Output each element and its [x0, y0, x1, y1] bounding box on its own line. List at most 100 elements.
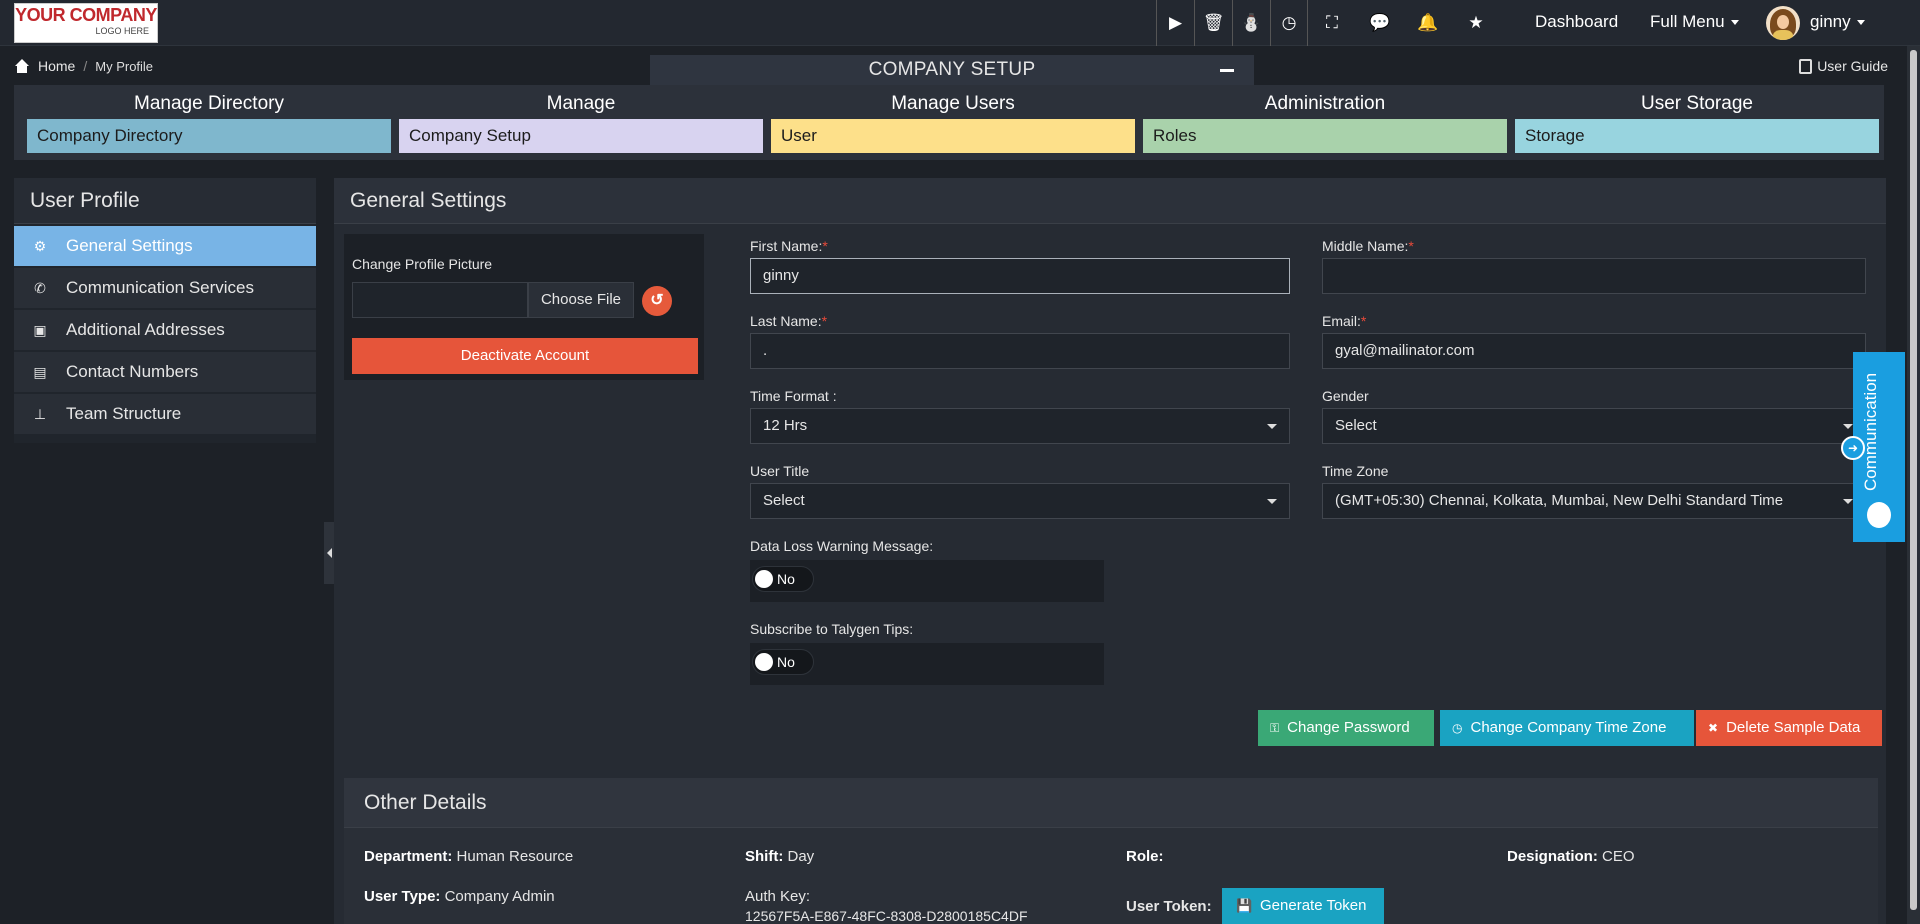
fullscreen-icon[interactable]: ⛶: [1308, 0, 1356, 46]
key-icon: ⚿: [1270, 721, 1280, 735]
module-title: Administration: [1264, 93, 1386, 114]
first-name-field[interactable]: ginny: [750, 258, 1290, 294]
toggle-text: No: [777, 571, 795, 587]
company-logo[interactable]: YOUR COMPANY LOGO HERE: [14, 3, 158, 43]
other-details-panel: Other Details Department: Human Resource…: [344, 778, 1878, 924]
sidebar-item-communication-services[interactable]: ✆ Communication Services: [14, 268, 316, 308]
save-icon: 💾: [1236, 898, 1253, 913]
reset-picture-icon[interactable]: ↺: [642, 286, 672, 316]
designation-info: Designation: CEO: [1507, 848, 1635, 865]
user-menu[interactable]: ginny: [1810, 0, 1865, 46]
company-setup-tab[interactable]: COMPANY SETUP: [650, 55, 1254, 85]
main-panel: General Settings Change Profile Picture …: [334, 178, 1886, 924]
breadcrumb-home[interactable]: Home: [38, 58, 75, 74]
chevron-down-icon: [1856, 20, 1865, 26]
choose-file-button[interactable]: Choose File: [528, 282, 634, 318]
delete-sample-data-button[interactable]: ✖ Delete Sample Data: [1696, 710, 1882, 746]
clock-icon[interactable]: ◷: [1270, 0, 1308, 46]
sidebar-item-label: Contact Numbers: [66, 362, 199, 381]
full-menu-dropdown[interactable]: Full Menu: [1650, 0, 1739, 46]
subscribe-toggle-wrap: No: [750, 643, 1104, 685]
logo-subtext: LOGO HERE: [95, 26, 149, 36]
user-token-label: User Token:: [1126, 898, 1212, 915]
auth-key-value: 12567F5A-E867-48FC-8308-D2800185C4DF: [745, 908, 1028, 924]
time-zone-select[interactable]: (GMT+05:30) Chennai, Kolkata, Mumbai, Ne…: [1322, 483, 1866, 519]
minus-icon[interactable]: [1220, 69, 1234, 72]
module-link-company-directory[interactable]: Company Directory: [27, 119, 391, 153]
module-title: Manage Directory: [134, 93, 284, 114]
dashboard-link[interactable]: Dashboard: [1535, 0, 1618, 46]
sidebar-item-label: General Settings: [66, 236, 193, 255]
module-link-storage[interactable]: Storage: [1515, 119, 1879, 153]
email-field[interactable]: gyal@mailinator.com: [1322, 333, 1866, 369]
gender-label: Gender: [1322, 388, 1369, 404]
middle-name-field[interactable]: [1322, 258, 1866, 294]
time-format-label: Time Format :: [750, 388, 837, 404]
subscribe-toggle[interactable]: No: [752, 649, 814, 675]
chat-bubble-icon: [1867, 502, 1891, 528]
user-title-label: User Title: [750, 463, 810, 479]
company-setup-label: COMPANY SETUP: [868, 59, 1036, 80]
avatar[interactable]: [1766, 6, 1800, 40]
book-icon: [1799, 58, 1813, 74]
clock-icon: ◷: [1452, 721, 1463, 735]
sidebar-item-team-structure[interactable]: ⊥ Team Structure: [14, 394, 316, 434]
sidebar-title: User Profile: [14, 178, 316, 224]
role-info: Role:: [1126, 848, 1164, 865]
module-link-roles[interactable]: Roles: [1143, 119, 1507, 153]
home-icon[interactable]: [14, 59, 30, 73]
change-password-button[interactable]: ⚿ Change Password: [1258, 710, 1434, 746]
shift-info: Shift: Day: [745, 848, 815, 865]
module-bar: Manage Directory Company Directory Manag…: [14, 85, 1884, 160]
gender-select[interactable]: Select: [1322, 408, 1866, 444]
deactivate-account-button[interactable]: Deactivate Account: [352, 338, 698, 374]
middle-name-label: Middle Name:*: [1322, 238, 1414, 254]
bell-icon[interactable]: 🔔: [1404, 0, 1452, 46]
breadcrumb: Home / My Profile: [14, 58, 153, 74]
logo-text: YOUR COMPANY: [15, 5, 157, 25]
breadcrumb-current: My Profile: [95, 58, 154, 74]
full-menu-label: Full Menu: [1650, 12, 1725, 31]
time-format-select[interactable]: 12 Hrs: [750, 408, 1290, 444]
top-navbar: YOUR COMPANY LOGO HERE ▶ 🗑 ⛄ ◷ ⛶ 💬 🔔 ★ D…: [0, 0, 1920, 46]
chevron-down-icon: [1730, 20, 1739, 26]
sitemap-icon: ⊥: [33, 405, 47, 422]
sidebar-item-additional-addresses[interactable]: ▣ Additional Addresses: [14, 310, 316, 350]
user-type-info: User Type: Company Admin: [364, 888, 555, 905]
communication-label: Communication: [1861, 372, 1880, 492]
star-icon[interactable]: ★: [1452, 0, 1500, 46]
toolbar-icons: ▶ 🗑 ⛄ ◷ ⛶ 💬 🔔 ★: [1156, 0, 1500, 46]
generate-token-button[interactable]: 💾 Generate Token: [1222, 888, 1384, 924]
data-loss-toggle[interactable]: No: [752, 566, 814, 592]
sidebar-item-general-settings[interactable]: ⚙ General Settings: [14, 226, 316, 266]
first-name-label: First Name:*: [750, 238, 828, 254]
user-guide-link[interactable]: User Guide: [1799, 58, 1888, 74]
sidebar-item-label: Communication Services: [66, 278, 255, 297]
gears-icon: ⚙: [33, 237, 47, 254]
email-label: Email:*: [1322, 313, 1367, 329]
module-link-user[interactable]: User: [771, 119, 1135, 153]
module-title: Manage: [546, 93, 616, 114]
module-user-storage: User Storage Storage: [1515, 85, 1879, 160]
wizard-icon[interactable]: ⛄: [1232, 0, 1270, 46]
phone-icon: ✆: [34, 279, 46, 296]
module-link-company-setup[interactable]: Company Setup: [399, 119, 763, 153]
chat-icon[interactable]: 💬: [1356, 0, 1404, 46]
page-scrollbar[interactable]: [1907, 46, 1920, 924]
sidebar-item-contact-numbers[interactable]: ▤ Contact Numbers: [14, 352, 316, 392]
profile-picture-box: Change Profile Picture Choose File ↺ Dea…: [344, 234, 704, 380]
last-name-field[interactable]: .: [750, 333, 1290, 369]
module-administration: Administration Roles: [1143, 85, 1507, 160]
user-title-select[interactable]: Select: [750, 483, 1290, 519]
trash-icon[interactable]: 🗑: [1194, 0, 1232, 46]
module-manage: Manage Company Setup: [399, 85, 763, 160]
file-path-input[interactable]: [352, 282, 528, 318]
file-icon: ▤: [33, 363, 47, 380]
change-company-time-zone-button[interactable]: ◷ Change Company Time Zone: [1440, 710, 1694, 746]
breadcrumb-separator: /: [83, 58, 88, 74]
change-picture-label: Change Profile Picture: [352, 256, 493, 272]
arrow-right-icon[interactable]: ➜: [1841, 436, 1865, 460]
user-guide-label: User Guide: [1817, 58, 1888, 74]
data-loss-toggle-wrap: No: [750, 560, 1104, 602]
play-icon[interactable]: ▶: [1156, 0, 1194, 46]
